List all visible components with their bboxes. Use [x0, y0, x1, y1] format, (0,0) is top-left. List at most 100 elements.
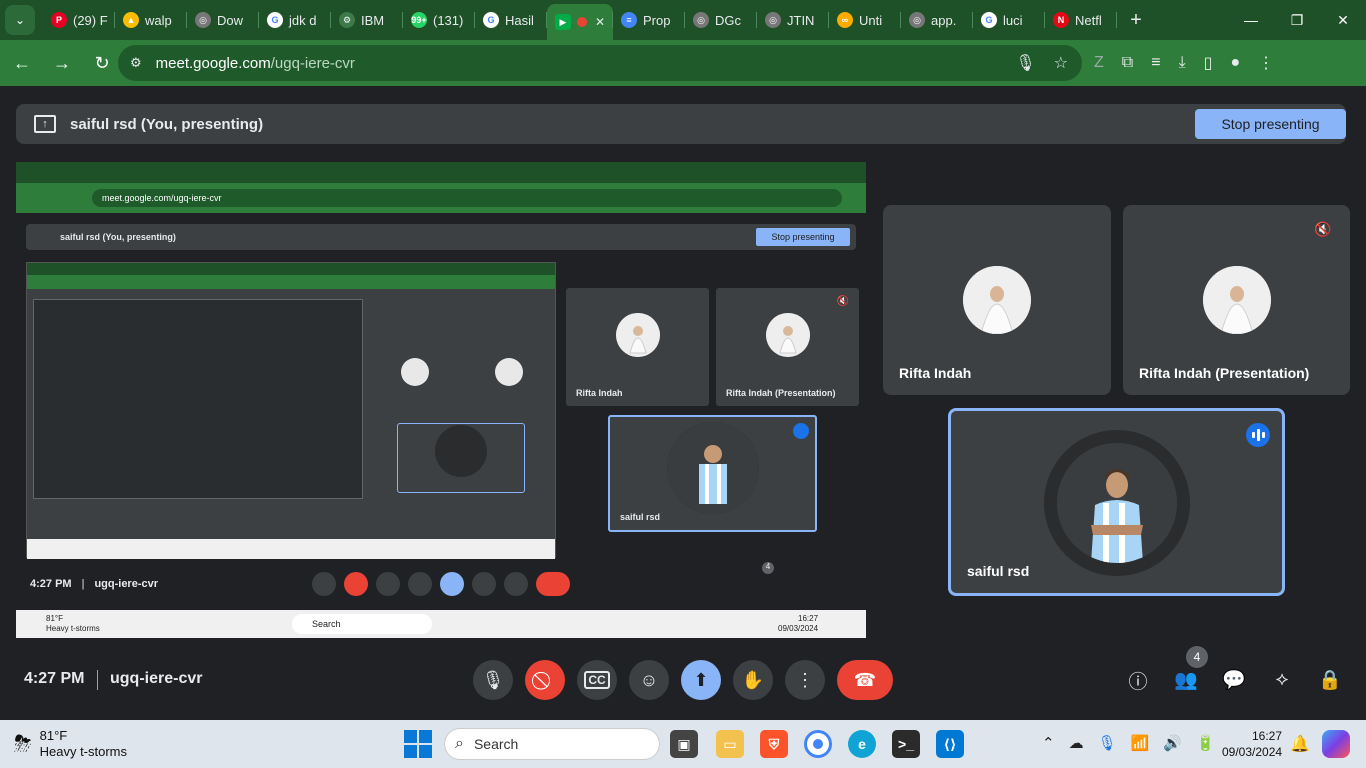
avatar — [666, 421, 759, 514]
tab-label: (131) — [433, 12, 464, 28]
clock-area[interactable]: 16:27 09/03/2024 — [1222, 728, 1282, 760]
onedrive-icon[interactable]: ☁ — [1069, 734, 1084, 752]
people-icon: 👥 — [1174, 670, 1198, 691]
nested-tile — [397, 423, 525, 493]
wifi-icon[interactable]: 📶 — [1131, 734, 1150, 752]
microphone-icon[interactable]: 🎙 — [1015, 53, 1035, 73]
participant-tile-rifta-indah[interactable]: Rifta Indah — [883, 205, 1111, 395]
presenting-text: saiful rsd (You, presenting) — [70, 115, 264, 133]
people-count-badge: 4 — [1186, 646, 1208, 668]
microphone-icon[interactable]: 🎙 — [1098, 734, 1117, 752]
shared-tile-rifta-presentation: 🔇 Rifta Indah (Presentation) — [716, 288, 859, 406]
chat-button[interactable]: 💬 — [1220, 666, 1248, 694]
browser-tab-active-meet[interactable]: ▶ ✕ — [547, 4, 613, 40]
shared-taskbar: 81°F Heavy t-storms Search 16:27 09/03/202… — [16, 610, 866, 638]
extension-area: Z ⧉ ≡ ⤓ ▯ ● ⋮ — [1094, 40, 1274, 86]
bookmark-star-icon[interactable]: ☆ — [1054, 53, 1068, 73]
chat-icon: 💬 — [1222, 670, 1246, 691]
browser-tab[interactable]: ◎ DGc — [685, 4, 757, 36]
tab-label: IBM — [361, 12, 385, 28]
browser-tab[interactable]: N Netfl — [1045, 4, 1117, 36]
presenting-banner: ↑ saiful rsd (You, presenting) Stop pres… — [16, 104, 1346, 144]
shared-screen-preview: meet.google.com/ugq-iere-cvr saiful rsd … — [16, 162, 866, 638]
media-control-icon[interactable]: ≡ — [1151, 54, 1160, 72]
colab-icon: ∞ — [837, 12, 853, 28]
participant-tile-saiful-rsd[interactable]: saiful rsd — [948, 408, 1285, 596]
browser-tab[interactable]: G Hasil — [475, 4, 547, 36]
browser-tab[interactable]: 99+ (131) — [403, 4, 475, 36]
emoji-reactions-button[interactable]: ☺ — [629, 660, 669, 700]
shared-time: 16:27 — [798, 614, 819, 623]
battery-icon[interactable]: 🔋 — [1196, 734, 1215, 752]
nested-tab-bar — [27, 263, 555, 275]
reload-button[interactable]: ↻ — [84, 45, 120, 81]
start-button[interactable] — [404, 730, 432, 758]
avatar — [1043, 430, 1190, 576]
tab-search-button[interactable]: ⌄ — [5, 5, 35, 35]
browser-tab[interactable]: ≡ Prop — [613, 4, 685, 36]
browser-menu-icon[interactable]: ⋮ — [1258, 53, 1274, 73]
activities-button[interactable]: ⟡ — [1268, 666, 1296, 694]
nested-tile — [371, 343, 459, 415]
weather-widget[interactable]: ⛈ 81°F Heavy t-storms — [14, 728, 127, 760]
maximize-button[interactable]: ❐ — [1274, 0, 1320, 40]
participant-tile-rifta-indah-presentation[interactable]: 🔇 Rifta Indah (Presentation) — [1123, 205, 1350, 395]
extensions-puzzle-icon[interactable]: ⧉ — [1122, 54, 1133, 72]
edge-browser-icon[interactable]: e — [848, 730, 876, 758]
side-panel-icon[interactable]: ▯ — [1204, 53, 1213, 73]
close-tab-icon[interactable]: ✕ — [595, 15, 605, 29]
browser-tab[interactable]: ▲ walp — [115, 4, 187, 36]
meeting-code[interactable]: ugq-iere-cvr — [110, 670, 202, 688]
google-meet-icon: ▶ — [555, 14, 571, 30]
people-button[interactable]: 👥 — [1172, 666, 1200, 694]
participant-name: Rifta Indah (Presentation) — [1139, 365, 1310, 381]
browser-tab[interactable]: P (29) F — [43, 4, 115, 36]
camera-off-button[interactable]: ⃠ — [525, 660, 565, 700]
chrome-browser-icon[interactable] — [804, 730, 832, 758]
site-info-icon[interactable]: ⚙ — [130, 55, 142, 71]
zotero-extension-icon[interactable]: Z — [1094, 54, 1104, 72]
browser-tab[interactable]: ◎ JTIN — [757, 4, 829, 36]
avatar — [401, 357, 429, 386]
browser-tab[interactable]: Gjdk d — [259, 4, 331, 36]
browser-tab[interactable]: ∞ Unti — [829, 4, 901, 36]
volume-icon[interactable]: 🔊 — [1163, 734, 1182, 752]
terminal-icon[interactable]: >_ — [892, 730, 920, 758]
present-now-button[interactable]: ⬆ — [681, 660, 721, 700]
more-vertical-icon: ⋮ — [796, 669, 814, 690]
shared-search: Search — [292, 614, 432, 634]
close-window-button[interactable]: ✕ — [1320, 0, 1366, 40]
vscode-icon[interactable]: ⟨⟩ — [936, 730, 964, 758]
shared-presenting-text: saiful rsd (You, presenting) — [60, 232, 176, 242]
download-icon[interactable]: ⤓ — [1179, 54, 1186, 72]
stop-presenting-button[interactable]: Stop presenting — [1195, 109, 1346, 139]
nested-address-bar — [27, 275, 555, 289]
show-hidden-icons-icon[interactable]: ⌃ — [1042, 734, 1055, 752]
shared-control-bar: 4:27 PM | ugq-iere-cvr 4 — [26, 562, 856, 604]
host-controls-button[interactable]: 🔒 — [1316, 666, 1344, 694]
browser-tab[interactable]: Gluci — [973, 4, 1045, 36]
raise-hand-button[interactable]: ✋ — [733, 660, 773, 700]
task-view-icon[interactable]: ▣ — [670, 730, 698, 758]
taskbar-search[interactable]: ⌕ Search — [444, 728, 660, 760]
forward-button[interactable]: → — [44, 45, 80, 81]
browser-tab[interactable]: ◎ Dow — [187, 4, 259, 36]
profile-avatar-icon[interactable]: ● — [1230, 54, 1240, 72]
microphone-button[interactable]: 🎙 — [473, 660, 513, 700]
whatsapp-icon: 99+ — [411, 12, 427, 28]
address-bar[interactable]: ⚙ meet.google.com/ugq-iere-cvr 🎙 ☆ — [118, 45, 1082, 81]
leave-call-button[interactable]: ☎ — [837, 660, 893, 700]
copilot-icon[interactable] — [1322, 730, 1350, 758]
meeting-details-button[interactable]: ⓘ — [1124, 666, 1152, 694]
more-options-button[interactable]: ⋮ — [785, 660, 825, 700]
brave-browser-icon[interactable]: ⛨ — [760, 730, 788, 758]
minimize-button[interactable]: — — [1228, 0, 1274, 40]
browser-tab[interactable]: ◎ app. — [901, 4, 973, 36]
browser-tab[interactable]: ⚙ IBM — [331, 4, 403, 36]
new-tab-button[interactable]: + — [1121, 9, 1151, 32]
captions-button[interactable]: CC — [577, 660, 617, 700]
notification-bell-icon[interactable]: 🔔 — [1290, 734, 1310, 754]
file-explorer-icon[interactable]: ▭ — [716, 730, 744, 758]
shared-end-call — [536, 572, 570, 596]
back-button[interactable]: ← — [4, 45, 40, 81]
